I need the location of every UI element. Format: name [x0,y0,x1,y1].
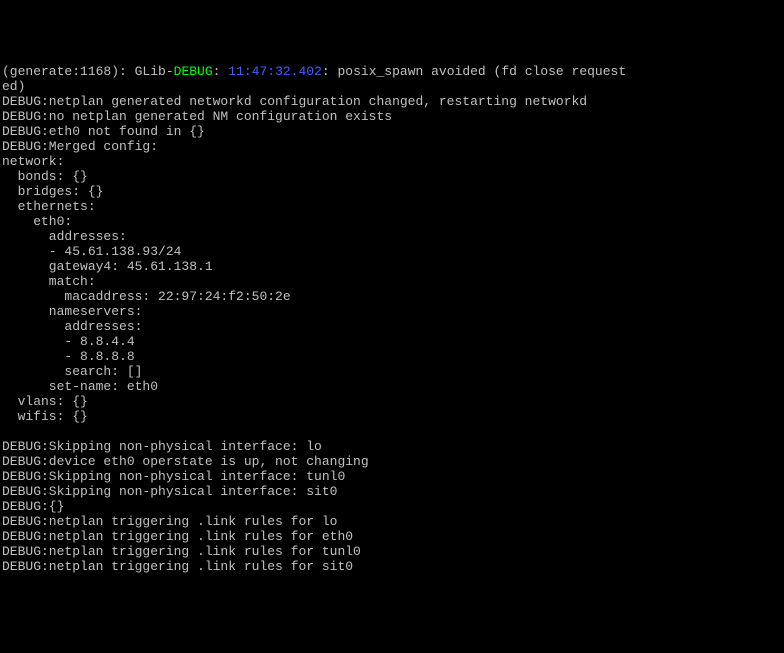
timestamp: 11:47:32.402 [228,64,322,79]
colon: : [213,64,229,79]
terminal-output: (generate:1168): GLib-DEBUG: 11:47:32.40… [0,60,784,578]
log-prefix: (generate:1168): GLib- [2,64,174,79]
debug-label: DEBUG [174,64,213,79]
terminal-lines: DEBUG:netplan generated networkd configu… [2,94,782,574]
